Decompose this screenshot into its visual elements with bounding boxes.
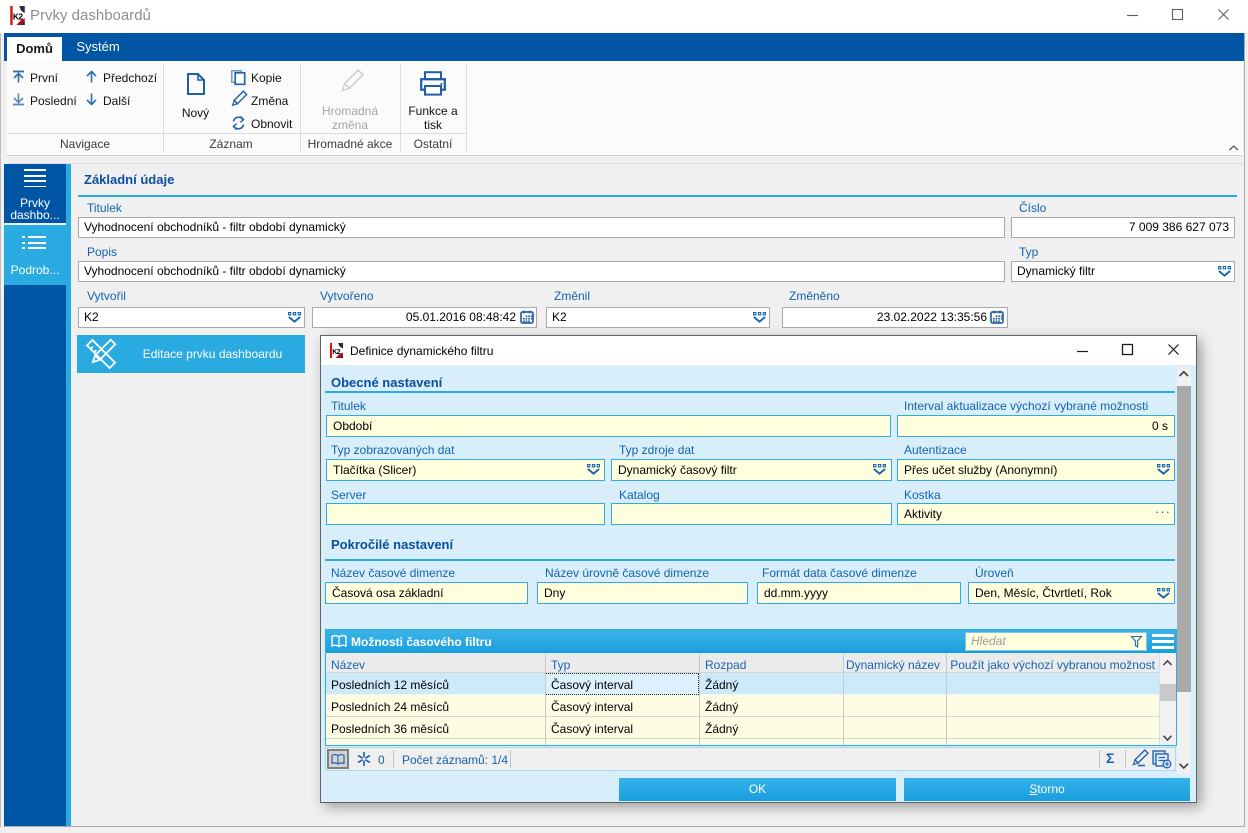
svg-text:K2: K2 (13, 11, 23, 21)
svg-text:K2: K2 (332, 349, 341, 356)
